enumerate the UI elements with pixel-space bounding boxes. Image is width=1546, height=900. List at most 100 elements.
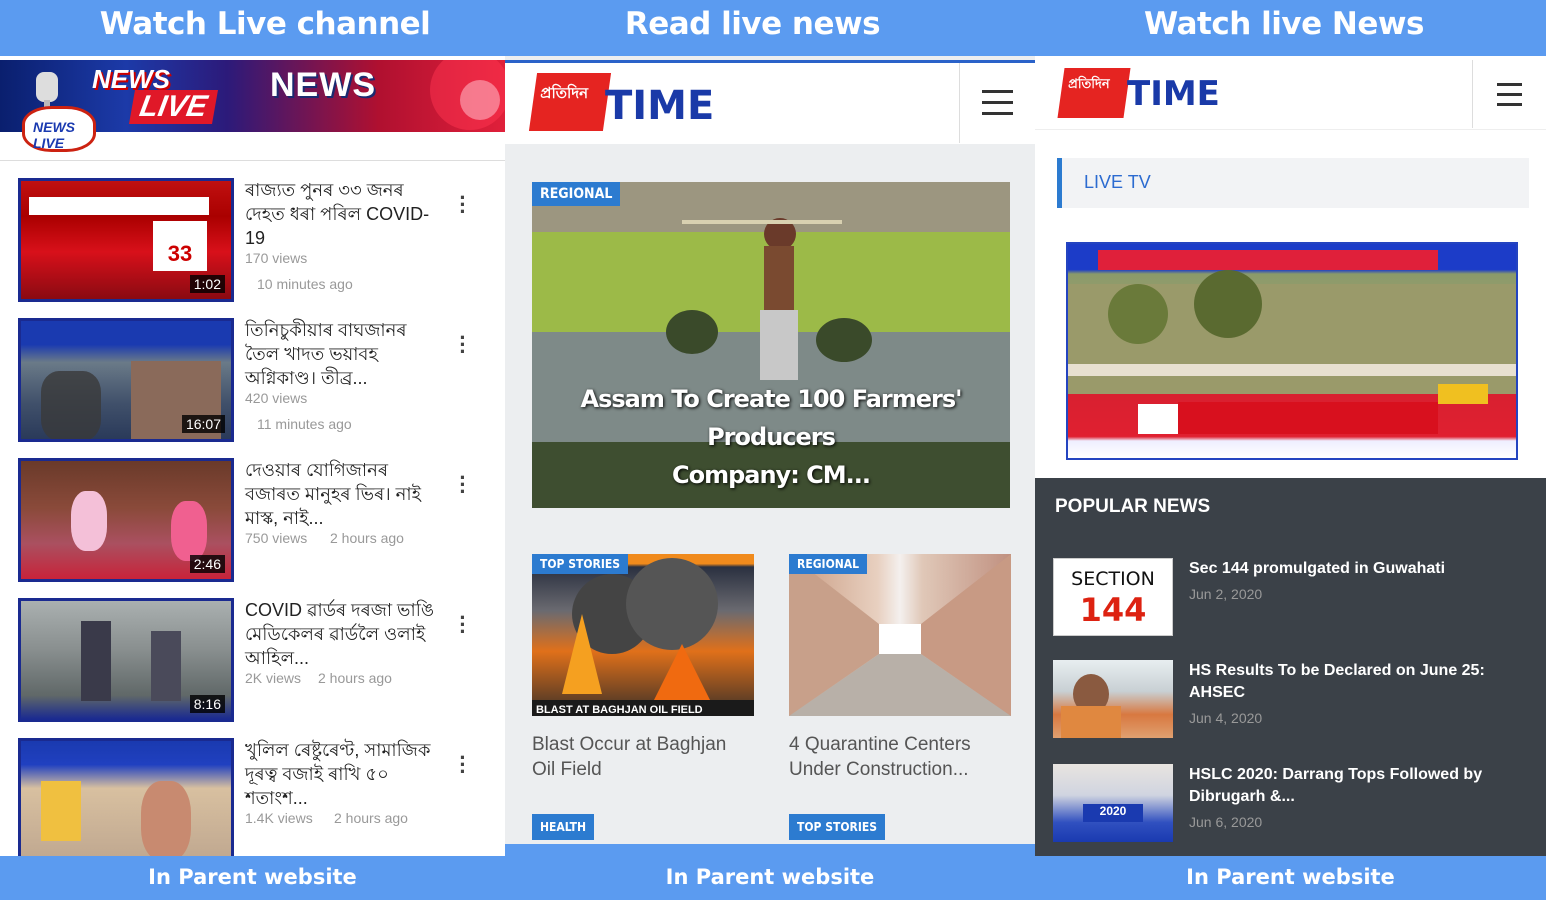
popular-news-date: Jun 2, 2020 [1189, 586, 1263, 602]
article-card-title[interactable]: Blast Occur at Baghjan Oil Field [532, 732, 754, 782]
popular-news-date: Jun 4, 2020 [1189, 710, 1263, 726]
video-duration: 16:07 [181, 415, 225, 433]
popular-news-headline[interactable]: Sec 144 promulgated in Guwahati [1189, 558, 1529, 580]
live-tv-section-header[interactable]: LIVE TV [1057, 158, 1529, 208]
popular-news-headline[interactable]: HSLC 2020: Darrang Tops Followed by Dibr… [1189, 764, 1529, 808]
video-thumbnail[interactable]: 8:16 [18, 598, 234, 722]
video-age: 10 minutes ago [257, 276, 353, 292]
video-title[interactable]: COVID ৱাৰ্ডৰ দৰজা ভাঙি মেডিকেলৰ ৱাৰ্ডলৈ … [245, 598, 435, 670]
thumb-shop-graphic [41, 781, 81, 841]
video-age: 2 hours ago [318, 670, 392, 686]
video-duration: 8:16 [189, 695, 225, 713]
article-card-image[interactable]: REGIONAL [789, 554, 1011, 716]
video-title[interactable]: দেওয়াৰ যোগিজানৰ বজাৰত মানুহৰ ভিৰ। নাই ম… [245, 458, 435, 530]
caption-parent-website: In Parent website [665, 865, 875, 889]
video-thumbnail[interactable]: 16:07 [18, 318, 234, 442]
video-thumbnail[interactable]: 33 1:02 [18, 178, 234, 302]
hero-headline-line2: Company: CM... [671, 461, 871, 489]
video-item[interactable]: খুলিল ৰেষ্টুৰেণ্ট, সামাজিক দূৰত্ব বজাই ৰ… [0, 738, 505, 856]
banner-text-live: LIVE [129, 90, 218, 124]
popular-news-title: POPULAR NEWS [1055, 496, 1211, 517]
hero-article[interactable]: REGIONAL Assam To Create 100 Farmers' Pr… [532, 182, 1010, 508]
hero-category-tag[interactable]: REGIONAL [532, 182, 621, 206]
popular-news-date: Jun 6, 2020 [1189, 814, 1263, 830]
site-header: প্ৰতিদিন TIME [505, 60, 1035, 144]
top-caption-bar: Watch Live channel Read live news Watch … [0, 0, 1546, 56]
category-tag-health[interactable]: HEALTH [532, 814, 595, 840]
banner-graphic-icon [430, 60, 505, 130]
video-thumbnail[interactable] [18, 738, 234, 856]
caption-read-live-news: Read live news [624, 6, 881, 42]
more-options-icon[interactable]: · · · [456, 747, 470, 783]
video-age: 11 minutes ago [257, 416, 352, 432]
site-logo-time[interactable]: TIME [605, 83, 714, 129]
thumb-year-label: 2020 [1083, 804, 1143, 822]
thumb-smoke-graphic [41, 371, 101, 439]
popular-news-section: POPULAR NEWS SECTION 144 Sec 144 promulg… [1035, 478, 1546, 856]
category-tag-top-stories[interactable]: TOP STORIES [789, 814, 886, 840]
live-tv-label: LIVE TV [1084, 172, 1151, 192]
video-duration: 2:46 [189, 555, 225, 573]
video-item[interactable]: 33 1:02 ৰাজ্যত পুনৰ ৩৩ জনৰ দেহত ধৰা পৰিল… [0, 178, 505, 306]
channel-logo[interactable]: NEWS LIVE [22, 106, 96, 152]
video-age: 2 hours ago [334, 810, 408, 826]
site-logo-time[interactable]: TIME [1127, 74, 1220, 114]
video-item[interactable]: 2:46 দেওয়াৰ যোগিজানৰ বজাৰত মানুহৰ ভিৰ। … [0, 458, 505, 586]
caption-parent-website: In Parent website [148, 865, 357, 889]
video-age: 2 hours ago [330, 530, 404, 546]
card-image-caption: BLAST AT BAGHJAN OIL FIELD [536, 704, 703, 716]
site-logo-mark[interactable]: প্ৰতিদিন [528, 73, 612, 131]
site-logo-bengali: প্ৰতিদিন [1068, 77, 1110, 92]
popular-news-thumbnail[interactable]: 2020 [1053, 764, 1173, 842]
popular-news-thumbnail[interactable] [1053, 660, 1173, 738]
video-title[interactable]: তিনিচুকীয়াৰ বাঘজানৰ তৈল খাদত ভয়াবহ অগ্… [245, 318, 435, 390]
thumb-person-graphic [151, 631, 181, 701]
video-title[interactable]: খুলিল ৰেষ্টুৰেণ্ট, সামাজিক দূৰত্ব বজাই ৰ… [245, 738, 435, 810]
live-video-player[interactable] [1066, 242, 1518, 460]
caption-watch-live-news: Watch live News [1144, 6, 1424, 42]
video-views: 170 views [245, 250, 308, 266]
site-logo-mark[interactable]: প্ৰতিদিন [1057, 68, 1131, 118]
caption-parent-website: In Parent website [1186, 865, 1395, 889]
hero-headline[interactable]: Assam To Create 100 Farmers' Producers C… [532, 380, 1010, 494]
thumb-section-number: 144 [1079, 591, 1147, 629]
video-duration: 1:02 [189, 275, 225, 293]
thumb-person-graphic [141, 781, 191, 856]
popular-news-headline[interactable]: HS Results To be Declared on June 25: AH… [1189, 660, 1529, 704]
video-views: 420 views [245, 390, 308, 406]
card-category-tag[interactable]: TOP STORIES [532, 554, 629, 574]
fire-image-graphic [532, 558, 754, 716]
more-options-icon[interactable]: · · · [456, 187, 470, 223]
video-item[interactable]: 16:07 তিনিচুকীয়াৰ বাঘজানৰ তৈল খাদত ভয়া… [0, 318, 505, 446]
bottom-caption-bar: In Parent website In Parent website In P… [0, 856, 1546, 900]
thumb-count: 33 [153, 221, 207, 271]
thumb-person-graphic [81, 621, 111, 701]
video-title[interactable]: ৰাজ্যত পুনৰ ৩৩ জনৰ দেহত ধৰা পৰিল COVID-1… [245, 178, 435, 250]
article-card-image[interactable]: TOP STORIES BLAST AT BAGHJAN OIL FIELD [532, 554, 754, 716]
hamburger-menu-icon[interactable] [959, 63, 1035, 143]
thumb-person-graphic [1061, 706, 1121, 738]
hamburger-menu-icon[interactable] [1472, 60, 1546, 128]
thumb-person-graphic [171, 501, 207, 561]
video-thumbnail[interactable]: 2:46 [18, 458, 234, 582]
thumb-section-text: SECTION [1071, 568, 1155, 590]
hero-headline-line1: Assam To Create 100 Farmers' Producers [580, 385, 963, 451]
more-options-icon[interactable]: · · · [456, 327, 470, 363]
video-views: 750 views [245, 530, 308, 546]
more-options-icon[interactable]: · · · [456, 607, 470, 643]
panel-news-website: প্ৰতিদিন TIME REGIONAL Assam To Create 1… [505, 56, 1035, 844]
site-header: প্ৰতিদিন TIME [1035, 60, 1546, 130]
panel-youtube-channel: NEWS LIVE NEWS NEWS LIVE 33 1:02 ৰাজ্যত … [0, 56, 505, 856]
video-views: 1.4K views [245, 810, 313, 826]
divider [0, 160, 505, 161]
more-options-icon[interactable]: · · · [456, 467, 470, 503]
channel-logo-text: NEWS LIVE [33, 119, 75, 151]
video-item[interactable]: 8:16 COVID ৱাৰ্ডৰ দৰজা ভাঙি মেডিকেলৰ ৱাৰ… [0, 598, 505, 726]
video-views: 2K views [245, 670, 302, 686]
popular-news-thumbnail[interactable]: SECTION 144 [1053, 558, 1173, 636]
caption-watch-live-channel: Watch Live channel [99, 6, 431, 42]
article-card-title[interactable]: 4 Quarantine Centers Under Construction.… [789, 732, 1011, 782]
microphone-icon [36, 72, 58, 112]
card-category-tag[interactable]: REGIONAL [789, 554, 868, 574]
site-logo-bengali: প্ৰতিদিন [540, 84, 589, 102]
